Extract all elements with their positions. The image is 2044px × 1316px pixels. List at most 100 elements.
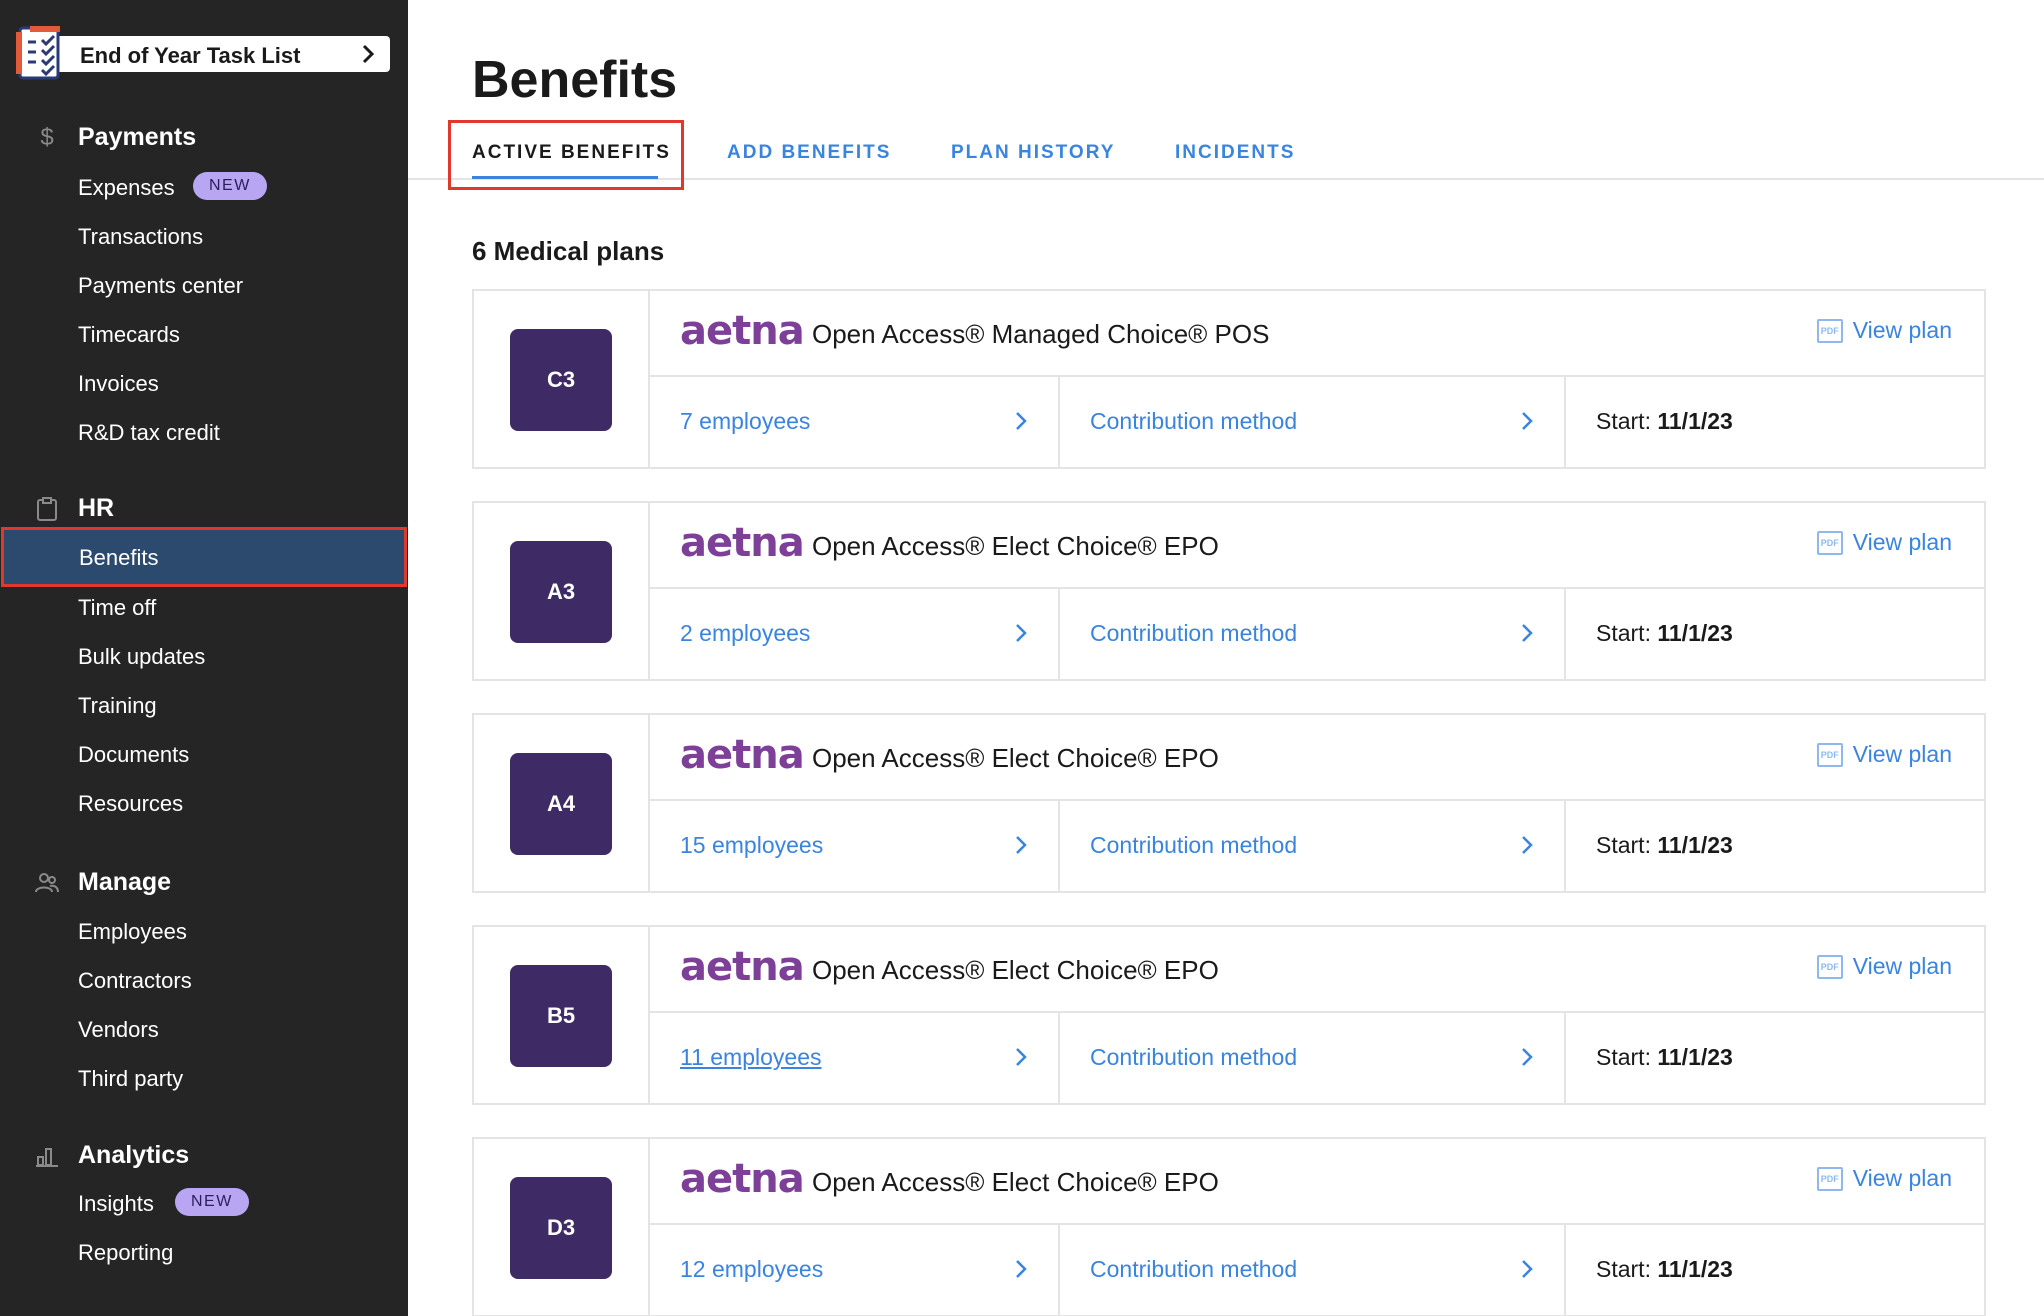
plan-details: 15 employees Contribution method Start: …	[650, 801, 1984, 891]
sidebar-item-benefits[interactable]: Benefits	[1, 527, 407, 587]
plan-code-cell: A4	[474, 715, 650, 891]
sidebar-item-transactions[interactable]: Transactions	[0, 213, 408, 261]
pdf-icon: PDF	[1816, 954, 1843, 979]
start-date: Start: 11/1/23	[1596, 408, 1733, 435]
contribution-cell[interactable]: Contribution method	[1060, 801, 1566, 891]
end-of-year-task-list-button[interactable]: End of Year Task List	[16, 26, 390, 80]
start-date: Start: 11/1/23	[1596, 1044, 1733, 1071]
sidebar-item-label: Time off	[78, 595, 157, 620]
contribution-method-link[interactable]: Contribution method	[1090, 620, 1297, 647]
contribution-method-link[interactable]: Contribution method	[1090, 832, 1297, 859]
sidebar-item-label: Documents	[78, 742, 190, 767]
sidebar-item-invoices[interactable]: Invoices	[0, 360, 408, 408]
task-list-label: End of Year Task List	[80, 43, 301, 68]
sidebar-item-insights[interactable]: Insights NEW	[0, 1180, 408, 1228]
sidebar-item-time-off[interactable]: Time off	[0, 584, 408, 632]
sidebar-item-resources[interactable]: Resources	[0, 780, 408, 828]
start-date-value: 11/1/23	[1657, 408, 1733, 434]
sidebar-item-label: Bulk updates	[78, 644, 206, 669]
contribution-method-link[interactable]: Contribution method	[1090, 1256, 1297, 1283]
view-plan-link[interactable]: PDF View plan	[1816, 953, 1952, 980]
sidebar-item-label: Employees	[78, 919, 187, 944]
sidebar-item-third-party[interactable]: Third party	[0, 1055, 408, 1103]
section-hr-label: HR	[78, 494, 115, 522]
sidebar-item-documents[interactable]: Documents	[0, 731, 408, 779]
employees-link[interactable]: 12 employees	[680, 1256, 823, 1283]
sidebar-item-timecards[interactable]: Timecards	[0, 311, 408, 359]
sidebar-item-label: Timecards	[78, 322, 180, 347]
contribution-cell[interactable]: Contribution method	[1060, 589, 1566, 679]
employees-link[interactable]: 2 employees	[680, 620, 810, 647]
sidebar-item-contractors[interactable]: Contractors	[0, 957, 408, 1005]
view-plan-label: View plan	[1852, 529, 1952, 555]
plan-header: aetna Open Access® Elect Choice® EPO PDF…	[650, 503, 1984, 589]
plan-code-badge: A3	[510, 541, 612, 643]
employees-cell[interactable]: 11 employees	[650, 1013, 1060, 1103]
sidebar-item-label: Training	[78, 693, 157, 718]
sidebar-item-label: Reporting	[78, 1240, 174, 1265]
bar-chart-icon	[36, 1148, 58, 1167]
sidebar-item-reporting[interactable]: Reporting	[0, 1229, 408, 1277]
view-plan-label: View plan	[1852, 1165, 1952, 1191]
view-plan-link[interactable]: PDF View plan	[1816, 529, 1952, 556]
aetna-logo: aetna	[680, 1156, 805, 1202]
start-label: Start:	[1596, 620, 1651, 646]
sidebar-item-rd-tax-credit[interactable]: R&D tax credit	[0, 409, 408, 457]
employees-cell[interactable]: 2 employees	[650, 589, 1060, 679]
contribution-cell[interactable]: Contribution method	[1060, 1225, 1566, 1315]
chevron-right-icon	[1016, 1260, 1027, 1278]
sidebar-item-label: Insights	[78, 1191, 154, 1216]
sidebar-item-training[interactable]: Training	[0, 682, 408, 730]
employees-cell[interactable]: 12 employees	[650, 1225, 1060, 1315]
employees-link[interactable]: 15 employees	[680, 832, 823, 859]
section-manage-label: Manage	[78, 868, 172, 896]
plan-card: C3 aetna Open Access® Managed Choice® PO…	[472, 289, 1986, 469]
clipboard-icon	[37, 497, 57, 521]
view-plan-link[interactable]: PDF View plan	[1816, 741, 1952, 768]
sidebar-item-label: Invoices	[78, 371, 159, 396]
tab-incidents[interactable]: INCIDENTS	[1175, 142, 1295, 164]
sidebar-item-label: Resources	[78, 791, 184, 816]
contribution-method-link[interactable]: Contribution method	[1090, 1044, 1297, 1071]
employees-cell[interactable]: 15 employees	[650, 801, 1060, 891]
chevron-right-icon	[1522, 624, 1533, 642]
sidebar: End of Year Task List $ Payments Expense…	[0, 0, 408, 1316]
tab-add-benefits[interactable]: ADD BENEFITS	[727, 142, 891, 164]
plan-code-cell: A3	[474, 503, 650, 679]
plan-name: Open Access® Managed Choice® POS	[812, 319, 1270, 349]
contribution-method-link[interactable]: Contribution method	[1090, 408, 1297, 435]
contribution-cell[interactable]: Contribution method	[1060, 377, 1566, 467]
contribution-cell[interactable]: Contribution method	[1060, 1013, 1566, 1103]
view-plan-link[interactable]: PDF View plan	[1816, 317, 1952, 344]
pdf-icon: PDF	[1816, 530, 1843, 555]
start-label: Start:	[1596, 832, 1651, 858]
chevron-right-icon	[1016, 412, 1027, 430]
page-title: Benefits	[472, 51, 678, 109]
employees-link[interactable]: 7 employees	[680, 408, 810, 435]
sidebar-item-expenses[interactable]: Expenses NEW	[0, 164, 408, 212]
plan-details: 12 employees Contribution method Start: …	[650, 1225, 1984, 1315]
sidebar-item-label: Contractors	[78, 968, 192, 993]
plan-card: A4 aetna Open Access® Elect Choice® EPO …	[472, 713, 1986, 893]
employees-link[interactable]: 11 employees	[680, 1044, 822, 1071]
view-plan-link[interactable]: PDF View plan	[1816, 1165, 1952, 1192]
start-label: Start:	[1596, 408, 1651, 434]
section-analytics-label: Analytics	[78, 1141, 190, 1169]
start-date: Start: 11/1/23	[1596, 620, 1733, 647]
plan-card: D3 aetna Open Access® Elect Choice® EPO …	[472, 1137, 1986, 1316]
sidebar-item-employees[interactable]: Employees	[0, 908, 408, 956]
plan-details: 11 employees Contribution method Start: …	[650, 1013, 1984, 1103]
tab-plan-history[interactable]: PLAN HISTORY	[951, 142, 1115, 164]
sidebar-item-bulk-updates[interactable]: Bulk updates	[0, 633, 408, 681]
sidebar-item-vendors[interactable]: Vendors	[0, 1006, 408, 1054]
view-plan-label: View plan	[1852, 741, 1952, 767]
tab-bar: ACTIVE BENEFITS ADD BENEFITS PLAN HISTOR…	[408, 120, 2044, 190]
employees-cell[interactable]: 7 employees	[650, 377, 1060, 467]
plan-code-cell: B5	[474, 927, 650, 1103]
aetna-logo: aetna	[680, 944, 805, 990]
pdf-icon: PDF	[1816, 318, 1843, 343]
sidebar-item-payments-center[interactable]: Payments center	[0, 262, 408, 310]
tab-active-benefits[interactable]: ACTIVE BENEFITS	[472, 142, 671, 164]
start-date-cell: Start: 11/1/23	[1566, 377, 1984, 467]
start-date-cell: Start: 11/1/23	[1566, 801, 1984, 891]
